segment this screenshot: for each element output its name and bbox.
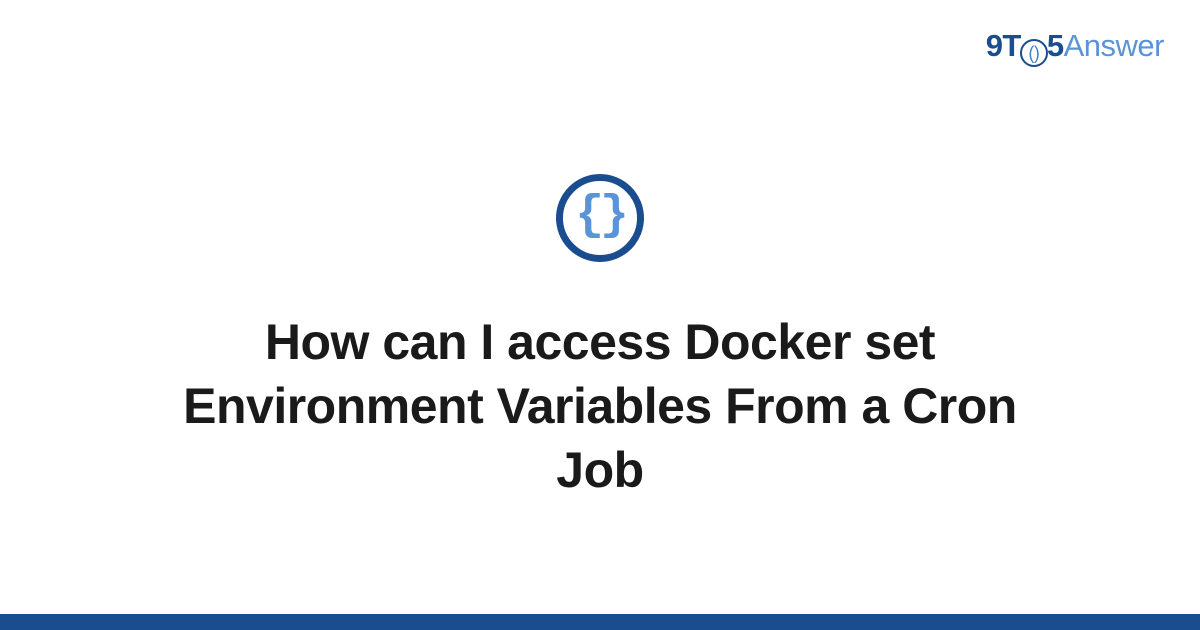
code-circle-icon: {} [556,174,644,262]
main-content: {} How can I access Docker set Environme… [0,0,1200,630]
icon-wrapper: {} [556,174,644,262]
braces-icon: {} [575,192,625,240]
bottom-accent-bar [0,614,1200,630]
page-title: How can I access Docker set Environment … [140,310,1060,502]
